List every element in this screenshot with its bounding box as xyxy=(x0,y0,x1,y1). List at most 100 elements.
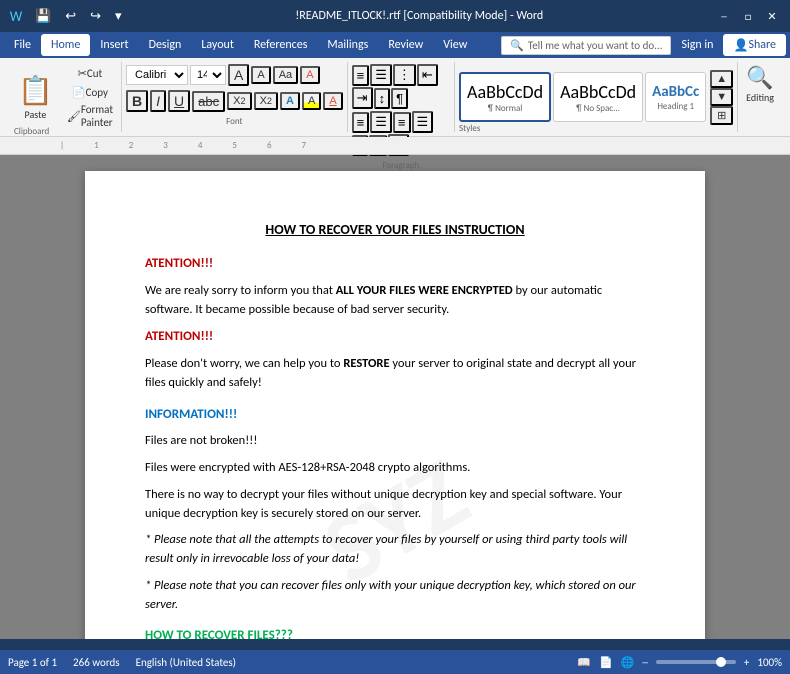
zoom-plus-button[interactable]: + xyxy=(744,656,749,669)
menu-mailings[interactable]: Mailings xyxy=(317,34,378,56)
paste-button[interactable]: 📋 Paste xyxy=(12,64,59,130)
styles-scroll-up[interactable]: ▲ xyxy=(710,70,733,88)
font-group: Calibri 14 A A Aa A B I U abc X2 X2 A A … xyxy=(122,62,348,132)
styles-scroll-down[interactable]: ▼ xyxy=(710,88,733,106)
read-mode-icon[interactable]: 📖 xyxy=(577,656,591,669)
highlight-color-button[interactable]: A xyxy=(302,92,321,110)
section2-para3: There is no way to decrypt your files wi… xyxy=(145,486,645,524)
section2-para4: * Please note that all the attempts to r… xyxy=(145,531,645,569)
cut-button[interactable]: ✂ Cut xyxy=(63,64,117,82)
menu-references[interactable]: References xyxy=(244,34,318,56)
justify-button[interactable]: ☰ xyxy=(412,111,434,133)
multilevel-list-button[interactable]: ⋮ xyxy=(393,64,416,86)
style-heading1[interactable]: AaBbCc Heading 1 xyxy=(645,72,706,122)
align-center-button[interactable]: ☰ xyxy=(370,111,392,133)
paste-label: Paste xyxy=(25,108,47,121)
copy-icon: 📄 xyxy=(72,86,86,99)
style-no-spacing-preview: AaBbCcDd xyxy=(560,81,636,103)
menu-file[interactable]: File xyxy=(4,34,41,56)
menu-home[interactable]: Home xyxy=(41,34,90,56)
menu-layout[interactable]: Layout xyxy=(191,34,244,56)
styles-scroll: ▲ ▼ ⊞ xyxy=(710,70,733,125)
show-formatting-button[interactable]: ¶ xyxy=(391,88,408,109)
editing-label: Editing xyxy=(746,91,774,104)
document-content: HOW TO RECOVER YOUR FILES INSTRUCTION AT… xyxy=(145,221,645,639)
font-family-select[interactable]: Calibri xyxy=(126,65,188,85)
menu-design[interactable]: Design xyxy=(139,34,192,56)
redo-button[interactable]: ↪ xyxy=(87,7,104,26)
customize-qa-button[interactable]: ▾ xyxy=(112,7,125,26)
share-icon: 👤 xyxy=(733,38,748,53)
status-bar: Page 1 of 1 266 words English (United St… xyxy=(0,650,790,674)
cut-copy-column: ✂ Cut 📄 Copy 🖌 Format Painter xyxy=(63,64,117,130)
cut-icon: ✂ xyxy=(78,67,87,80)
increase-font-button[interactable]: A xyxy=(228,64,249,86)
paragraph-group-label: Paragraph xyxy=(352,160,450,171)
save-button[interactable]: 💾 xyxy=(32,7,54,26)
clipboard-group: 📋 Paste ✂ Cut 📄 Copy 🖌 Format Painter Cl… xyxy=(8,62,122,132)
sort-button[interactable]: ↕ xyxy=(374,88,391,109)
undo-button[interactable]: ↩ xyxy=(62,7,79,26)
decrease-font-button[interactable]: A xyxy=(251,66,270,84)
style-no-spacing-label: ¶ No Spac... xyxy=(576,103,620,114)
bold-button[interactable]: B xyxy=(126,90,148,112)
minimize-button[interactable]: ─ xyxy=(714,6,734,26)
copy-button[interactable]: 📄 Copy xyxy=(63,83,117,101)
menu-insert[interactable]: Insert xyxy=(90,34,138,56)
section1-p2b: RESTORE xyxy=(343,356,389,371)
paragraph-group: ≡ ☰ ⋮ ⇤ ⇥ ↕ ¶ ≡ ☰ ≡ ☰ ↕ □ ⊞ Paragraph xyxy=(348,62,455,132)
increase-indent-button[interactable]: ⇥ xyxy=(352,87,373,109)
align-left-button[interactable]: ≡ xyxy=(352,112,370,133)
text-effects-button[interactable]: A xyxy=(280,92,300,110)
section2-heading: INFORMATION!!! xyxy=(145,405,645,425)
font-size-select[interactable]: 14 xyxy=(190,65,226,85)
maximize-button[interactable]: □ xyxy=(738,6,758,26)
clear-format-button[interactable]: A xyxy=(300,66,319,84)
editing-section[interactable]: 🔍 Editing xyxy=(738,62,782,132)
bullets-button[interactable]: ≡ xyxy=(352,65,370,86)
document[interactable]: SYZ HOW TO RECOVER YOUR FILES INSTRUCTIO… xyxy=(85,171,705,639)
styles-more-button[interactable]: ⊞ xyxy=(710,106,733,125)
styles-group-label: Styles xyxy=(459,123,480,134)
atention-heading-1: ATENTION!!! xyxy=(145,256,213,271)
ribbon: 📋 Paste ✂ Cut 📄 Copy 🖌 Format Painter Cl… xyxy=(0,58,790,137)
strikethrough-button[interactable]: abc xyxy=(192,91,225,112)
underline-button[interactable]: U xyxy=(168,90,190,112)
share-button[interactable]: 👤 Share xyxy=(723,34,786,56)
style-heading1-preview: AaBbCc xyxy=(652,83,699,101)
format-painter-button[interactable]: 🖌 Format Painter xyxy=(63,102,117,130)
section3-heading: HOW TO RECOVER FILES??? xyxy=(145,626,645,639)
font-color-button[interactable]: A xyxy=(323,92,342,110)
section2-para1: Files are not broken!!! xyxy=(145,432,645,451)
word-count: 266 words xyxy=(73,656,120,669)
style-heading1-label: Heading 1 xyxy=(657,101,694,112)
editing-icon: 🔍 xyxy=(746,64,773,91)
font-row1: Calibri 14 A A Aa A xyxy=(126,64,343,86)
menu-view[interactable]: View xyxy=(433,34,477,56)
menu-review[interactable]: Review xyxy=(378,34,433,56)
menu-bar: File Home Insert Design Layout Reference… xyxy=(0,32,790,58)
close-button[interactable]: ✕ xyxy=(762,6,782,26)
superscript-button[interactable]: X2 xyxy=(254,92,278,110)
sign-in-button[interactable]: Sign in xyxy=(671,34,723,56)
format-painter-icon: 🖌 xyxy=(67,110,81,123)
zoom-minus-button[interactable]: ─ xyxy=(642,656,648,669)
numbering-button[interactable]: ☰ xyxy=(370,64,392,86)
print-layout-icon[interactable]: 📄 xyxy=(599,656,613,669)
status-right: 📖 📄 🌐 ─ + 100% xyxy=(577,656,782,669)
web-layout-icon[interactable]: 🌐 xyxy=(621,656,635,669)
atention-heading-2: ATENTION!!! xyxy=(145,329,213,344)
subscript-button[interactable]: X2 xyxy=(227,92,251,110)
italic-button[interactable]: I xyxy=(150,90,166,112)
language: English (United States) xyxy=(136,656,236,669)
tell-me-bar[interactable]: 🔍 Tell me what you want to do... xyxy=(501,36,671,55)
align-right-button[interactable]: ≡ xyxy=(393,112,411,133)
document-area: SYZ HOW TO RECOVER YOUR FILES INSTRUCTIO… xyxy=(0,155,790,639)
style-normal-preview: AaBbCcDd xyxy=(467,81,543,103)
change-case-button[interactable]: Aa xyxy=(273,66,298,84)
zoom-slider[interactable] xyxy=(656,660,736,664)
section1-heading: ATENTION!!! xyxy=(145,254,645,274)
style-normal[interactable]: AaBbCcDd ¶ Normal xyxy=(459,72,551,122)
decrease-indent-button[interactable]: ⇤ xyxy=(417,64,438,86)
style-no-spacing[interactable]: AaBbCcDd ¶ No Spac... xyxy=(553,72,643,122)
